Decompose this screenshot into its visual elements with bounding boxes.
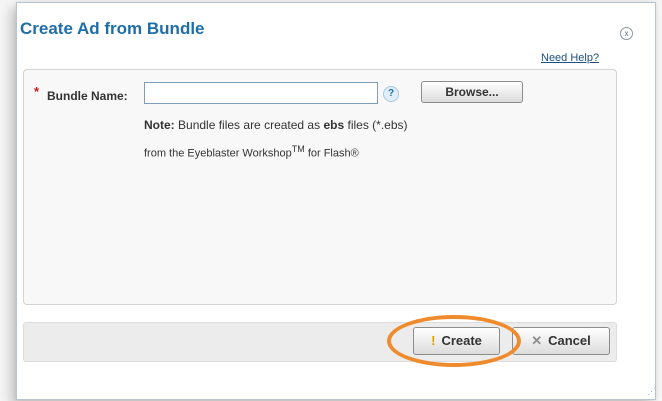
required-indicator: * (34, 84, 40, 99)
browse-button[interactable]: Browse... (421, 81, 523, 103)
note-prefix: Note: (144, 118, 175, 132)
bundle-name-input[interactable] (144, 82, 378, 104)
need-help-link[interactable]: Need Help? (541, 52, 599, 64)
bundle-name-label: Bundle Name: (47, 89, 128, 103)
exclamation-icon: ! (431, 333, 436, 348)
note-text-1: Bundle files are created as (178, 118, 321, 132)
help-icon[interactable]: ? (383, 86, 399, 102)
note-line2-end: for Flash® (307, 147, 359, 160)
cancel-icon: ✕ (531, 333, 543, 348)
create-label: Create (441, 333, 482, 348)
resize-grip-icon[interactable]: ⋰ (647, 386, 656, 397)
note-line-1: Note: Bundle files are created as ebs fi… (144, 118, 408, 132)
form-panel (23, 69, 617, 305)
note-line-2: from the Eyeblaster WorkshopTM for Flash… (144, 144, 359, 160)
note-line2-text: from the Eyeblaster Workshop (144, 147, 292, 160)
cancel-label: Cancel (548, 333, 591, 348)
note-text-2: files (*.ebs) (347, 118, 408, 132)
close-icon[interactable]: x (620, 27, 633, 40)
trademark-sup: TM (291, 144, 305, 154)
dialog-title: Create Ad from Bundle (20, 19, 205, 38)
cancel-button[interactable]: ✕ Cancel (512, 327, 610, 355)
note-bold-ebs: ebs (323, 118, 345, 132)
create-button[interactable]: ! Create (413, 327, 500, 355)
